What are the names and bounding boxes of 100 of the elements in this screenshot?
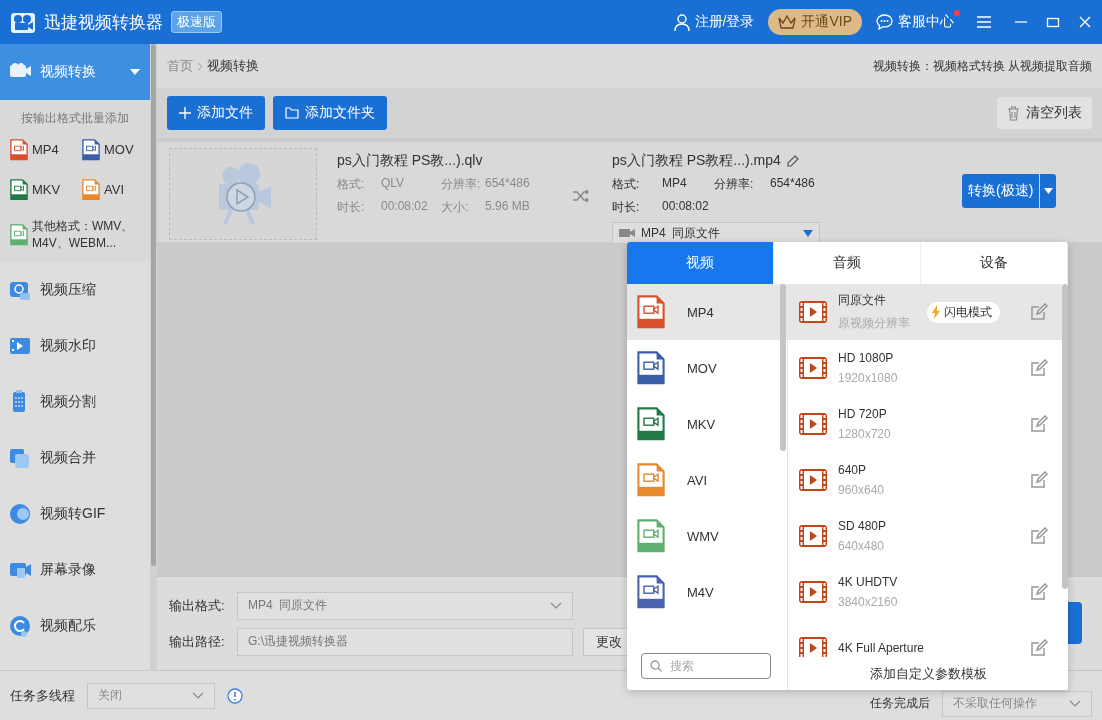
field-value: 00:08:02: [662, 199, 710, 215]
edit-icon[interactable]: [1030, 471, 1048, 489]
convert-button[interactable]: 转换(极速): [962, 174, 1040, 208]
chevron-down-icon: [550, 602, 562, 609]
film-icon: [798, 636, 828, 657]
edit-icon[interactable]: [1030, 639, 1048, 657]
scrollbar-thumb[interactable]: [1062, 284, 1068, 589]
user-icon: [673, 13, 690, 31]
trash-icon: [1007, 105, 1020, 121]
output-format-dropdown[interactable]: MP4 同原文件: [237, 591, 573, 620]
lightning-mode-badge: 闪电模式: [927, 301, 1000, 323]
menu-icon[interactable]: [976, 15, 992, 29]
after-task-label: 任务完成后: [870, 695, 930, 712]
caret-icon[interactable]: [130, 69, 140, 75]
scrollbar-thumb[interactable]: [151, 44, 156, 566]
field-label: 输出路径:: [169, 632, 226, 651]
video-file-icon: [82, 139, 100, 161]
field-label: 格式:: [337, 176, 366, 193]
field-value: 5.96 MB: [485, 199, 531, 215]
preset-item[interactable]: 4K UHDTV 3840x2160: [788, 564, 1062, 620]
sidebar-item[interactable]: 屏幕录像: [0, 542, 150, 599]
tool-icon: [8, 446, 32, 471]
format-item[interactable]: AVI: [627, 452, 787, 508]
video-file-icon: [82, 178, 100, 201]
vip-button[interactable]: 开通VIP: [768, 9, 862, 35]
sidebar-item[interactable]: 视频合并: [0, 430, 150, 487]
logo-icon: [10, 10, 36, 34]
edit-icon[interactable]: [1030, 359, 1048, 377]
scrollbar-thumb[interactable]: [780, 284, 786, 451]
page-hint: 视频转换：视频格式转换 从视频提取音频: [872, 57, 1092, 75]
sidebar-item[interactable]: 视频配乐: [0, 598, 150, 655]
film-icon: [798, 300, 828, 324]
format-tab[interactable]: 视频: [627, 242, 774, 284]
field-label: 大小:: [441, 199, 470, 216]
shuffle-icon: [572, 188, 590, 204]
pencil-icon[interactable]: [786, 154, 799, 168]
video-file-icon: [637, 519, 665, 553]
chevron-down-icon: [1069, 700, 1081, 707]
plus-icon: [179, 107, 191, 119]
video-file-icon: [637, 463, 665, 497]
add-custom-template-link[interactable]: 添加自定义参数模板: [788, 657, 1068, 690]
field-value: 654*486: [485, 176, 531, 192]
preset-item[interactable]: 640P 960x640: [788, 452, 1062, 508]
format-shortcut[interactable]: MKV: [10, 178, 82, 201]
folder-icon: [285, 107, 299, 119]
tool-icon: [8, 502, 32, 527]
add-file-button[interactable]: 添加文件: [167, 96, 265, 130]
sidebar-item[interactable]: 视频水印: [0, 318, 150, 375]
video-file-icon: [10, 139, 28, 161]
format-shortcut[interactable]: MP4: [10, 139, 82, 161]
video-file-icon: [637, 295, 665, 329]
edit-icon[interactable]: [1030, 303, 1048, 321]
field-label: 格式:: [612, 176, 641, 193]
sidebar-item[interactable]: 视频分割: [0, 374, 150, 431]
sidebar-item[interactable]: 视频压缩: [0, 262, 150, 319]
clear-list-button[interactable]: 清空列表: [997, 97, 1092, 129]
preset-item[interactable]: HD 1080P 1920x1080: [788, 340, 1062, 396]
tool-icon: [8, 614, 32, 639]
field-value: 00:08:02: [381, 199, 429, 215]
edit-icon[interactable]: [1030, 527, 1048, 545]
format-shortcut[interactable]: AVI: [82, 178, 144, 201]
lightning-icon: [931, 305, 941, 319]
field-value: MP4: [662, 176, 688, 192]
login-link[interactable]: 注册/登录: [694, 13, 755, 31]
edit-icon[interactable]: [1030, 415, 1048, 433]
close-icon[interactable]: [1078, 15, 1092, 29]
video-file-icon: [637, 407, 665, 441]
field-label: 输出格式:: [169, 596, 226, 615]
convert-options-button[interactable]: [1040, 174, 1057, 208]
preset-item[interactable]: HD 720P 1280x720: [788, 396, 1062, 452]
breadcrumb-current: 视频转换: [207, 57, 259, 75]
chat-icon: [876, 14, 893, 30]
format-item[interactable]: MKV: [627, 396, 787, 452]
film-icon: [798, 524, 828, 548]
format-item[interactable]: MP4: [627, 284, 787, 340]
add-folder-button[interactable]: 添加文件夹: [273, 96, 387, 130]
threads-label: 任务多线程: [10, 686, 75, 705]
format-dropdown[interactable]: MP4 同原文件: [612, 222, 820, 244]
video-file-icon: [637, 351, 665, 385]
service-link[interactable]: 客服中心: [898, 13, 954, 29]
search-icon: [650, 660, 662, 672]
info-icon[interactable]: [227, 687, 243, 704]
output-path-field[interactable]: G:\迅捷视频转换器: [237, 627, 573, 656]
format-shortcut[interactable]: MOV: [82, 139, 144, 161]
video-file-icon: [637, 575, 665, 609]
caret-icon: [1043, 188, 1053, 194]
batch-hint: 按输出格式批量添加: [20, 110, 130, 127]
format-item[interactable]: MOV: [627, 340, 787, 396]
format-item[interactable]: WMV: [627, 508, 787, 564]
source-file-name: ps入门教程 PS教...).qlv: [337, 152, 484, 170]
app-title: 迅捷视频转换器: [44, 11, 163, 34]
film-icon: [798, 580, 828, 604]
field-value: QLV: [381, 176, 406, 192]
caret-icon: [803, 229, 813, 237]
other-formats-link[interactable]: 其他格式：WMV、M4V、WEBM...: [0, 200, 150, 253]
edit-icon[interactable]: [1030, 583, 1048, 601]
preset-item[interactable]: SD 480P 640x480: [788, 508, 1062, 564]
sidebar-item[interactable]: 视频转GIF: [0, 486, 150, 543]
format-item[interactable]: M4V: [627, 564, 787, 620]
maximize-icon[interactable]: [1046, 15, 1060, 29]
